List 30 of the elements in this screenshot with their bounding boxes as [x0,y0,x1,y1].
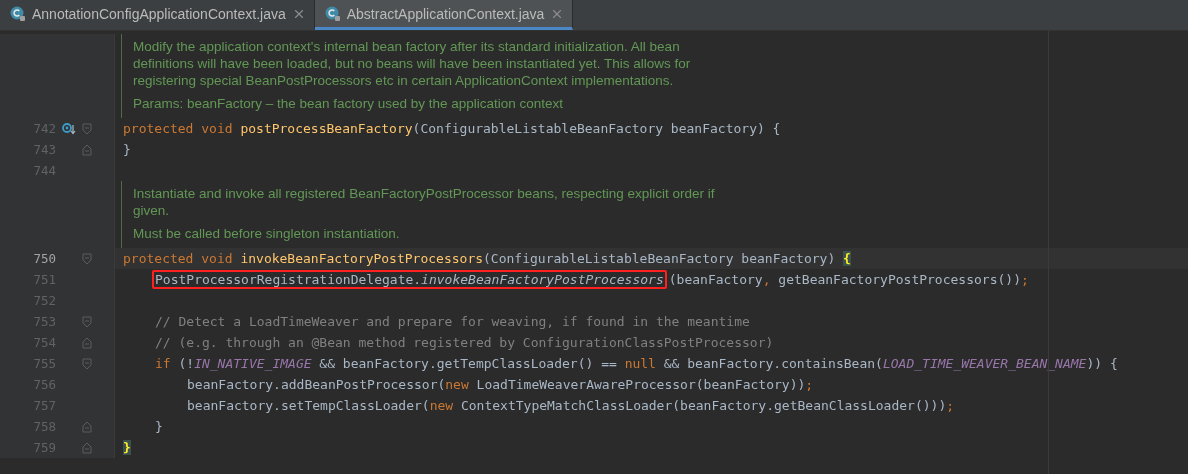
code-text: protected void postProcessBeanFactory(ConfigurableListableBeanFactory beanFactory) { [123,121,781,136]
line-number: 750 [32,251,56,266]
code-text: if (!IN_NATIVE_IMAGE && beanFactory.getTempClassLoader() == null && beanFactory.containsBean(LOAD_TIME_WEAVER_BEAN_NAME)) { [155,356,1118,371]
code-text: beanFactory.addBeanPostProcessor(new LoadTimeWeaverAwareProcessor(beanFactory)); [187,377,814,392]
code-text: (beanFactory, getBeanFactoryPostProcessors()); [668,272,1029,287]
code-text: } [155,419,163,434]
fold-marker-icon[interactable] [82,315,92,328]
fold-marker-icon[interactable] [82,336,92,349]
doc-text: Must be called before singleton instantiation. [133,225,401,242]
doc-text: Instantiate and invoke all registered BeanFactoryPostProcessor beans, respecting explicit order if given. [133,185,716,219]
code-text: // (e.g. through an @Bean method registered by ConfigurationClassPostProcessor) [155,335,774,350]
fold-marker-icon[interactable] [82,122,92,135]
highlight-box: PostProcessorRegistrationDelegate.invokeBeanFactoryPostProcessors [152,270,667,289]
fold-marker-icon[interactable] [82,357,92,370]
fold-marker-icon[interactable] [82,252,92,265]
class-file-icon [324,5,341,22]
override-icon[interactable] [62,121,76,136]
doc-text: Modify the application context's internal bean factory after its standard initialization. All bean definitions will have been loaded, but no beans will have been instantiated yet. This allows for registering special BeanPostProcessors etc in certain ApplicationContext implementations. [133,38,692,89]
code-text: beanFactory.setTempClassLoader(new ContextTypeMatchClassLoader(beanFactory.getBeanClassLoader())); [187,398,955,413]
file-tab[interactable]: AbstractApplicationContext.java [314,0,574,30]
fold-marker-icon[interactable] [82,143,92,156]
code-text: protected void invokeBeanFactoryPostProcessors(ConfigurableListableBeanFactory beanFactory) { [123,251,851,266]
code-text: } [123,440,131,455]
code-text: } [123,142,131,157]
code-text: // Detect a LoadTimeWeaver and prepare for weaving, if found in the meantime [155,314,750,329]
fold-marker-icon[interactable] [82,441,92,454]
fold-marker-icon[interactable] [82,420,92,433]
file-tab[interactable]: AnnotationConfigApplicationContext.java [0,0,315,30]
doc-text: Params: beanFactory – the bean factory used by the application context [133,95,564,112]
class-file-icon [10,5,26,22]
